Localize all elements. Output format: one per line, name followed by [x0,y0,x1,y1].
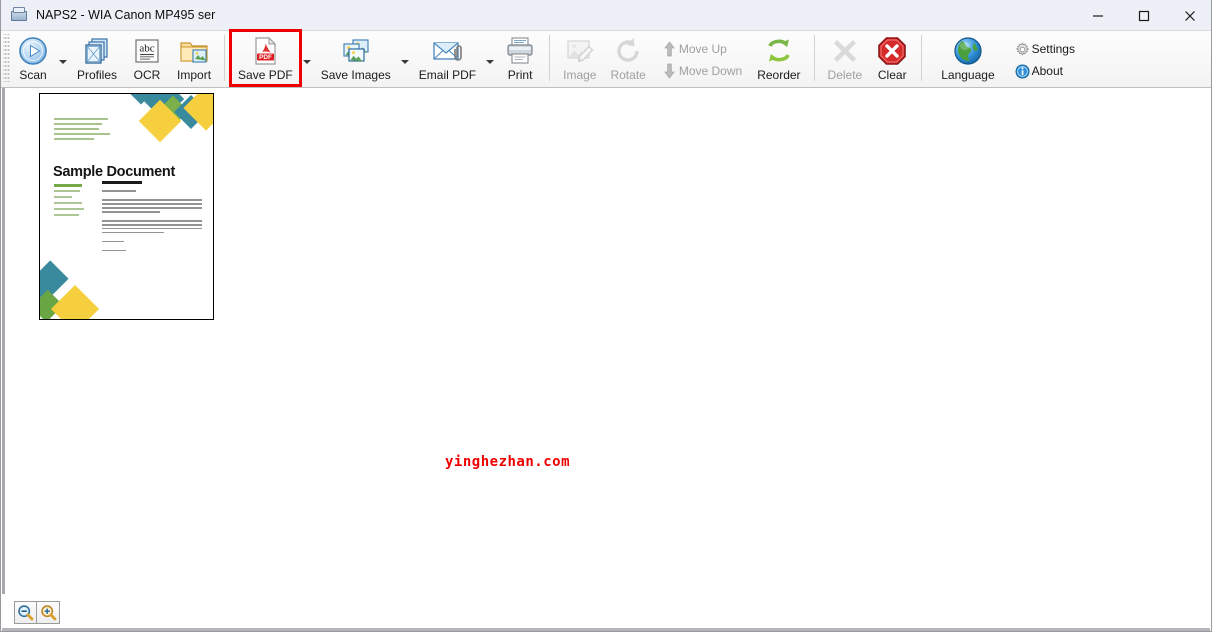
rotate-cw-icon [612,35,644,67]
window-title: NAPS2 - WIA Canon MP495 ser [36,8,216,22]
status-bar [2,594,1210,630]
close-icon[interactable] [1167,0,1211,31]
print-button[interactable]: Print [497,31,543,85]
arrow-up-icon [661,41,679,57]
svg-text:PDF: PDF [259,54,272,61]
move-up-button[interactable]: Move Up [653,38,750,60]
print-label: Print [507,68,533,82]
info-icon [1014,63,1032,79]
document-rule-green [54,184,82,187]
email-pdf-label: Email PDF [418,68,477,82]
save-pdf-dropdown-arrow[interactable] [300,31,314,85]
save-pdf-label: Save PDF [238,68,293,82]
toolbar-grip[interactable] [3,34,10,82]
image-button[interactable]: Image [556,31,603,85]
maximize-icon[interactable] [1121,0,1167,31]
toolbar-separator-2 [549,35,551,81]
magnifier-plus-icon [40,604,56,620]
image-label: Image [563,68,597,82]
language-button[interactable]: Language [934,31,1001,85]
zoom-controls [14,600,60,624]
clear-octagon-icon [876,35,908,67]
toolbar-separator-3 [813,35,815,81]
profiles-button[interactable]: Profiles [70,31,124,85]
about-label: About [1031,64,1063,78]
watermark-text: yinghezhan.com [445,454,571,470]
ocr-button[interactable]: abc OCR [124,31,170,85]
toolbar-separator [224,35,226,81]
move-down-label: Move Down [678,64,743,78]
profiles-label: Profiles [77,68,118,82]
minimize-icon[interactable] [1075,0,1121,31]
clear-label: Clear [877,68,907,82]
naps2-main-window: NAPS2 - WIA Canon MP495 ser Scan Profile… [0,0,1212,632]
decor-shape-yellow-bottom [50,284,100,319]
import-label: Import [177,68,212,82]
move-down-button[interactable]: Move Down [653,60,750,82]
import-folder-icon [178,35,210,67]
settings-button[interactable]: Settings [1006,38,1083,60]
rotate-label: Rotate [610,68,646,82]
document-recipient-block [54,190,84,220]
save-images-button[interactable]: Save Images [314,31,398,85]
thumbnail-item[interactable]: Sample Document [39,93,216,322]
scanner-icon [11,7,27,23]
delete-x-icon [829,35,861,67]
printer-icon [504,35,536,67]
rotate-button[interactable]: Rotate [603,31,652,85]
toolbar-separator-4 [921,35,923,81]
zoom-out-button[interactable] [14,600,37,624]
scan-button[interactable]: Scan [10,31,56,85]
save-images-label: Save Images [320,68,391,82]
language-label: Language [941,68,995,82]
window-controls [1075,0,1211,31]
about-button[interactable]: About [1006,60,1083,82]
save-images-dropdown-arrow[interactable] [398,31,412,85]
zoom-in-button[interactable] [37,600,60,624]
settings-label: Settings [1031,42,1075,56]
gear-icon [1014,41,1032,57]
delete-button[interactable]: Delete [821,31,870,85]
reorder-button[interactable]: Reorder [750,31,807,85]
scan-play-icon [17,35,49,67]
images-icon [340,35,372,67]
clear-button[interactable]: Clear [869,31,915,85]
move-up-label: Move Up [678,42,727,56]
main-toolbar: Scan Profiles abc OCR Import PDF Save PD… [1,29,1211,88]
reorder-arrows-icon [763,35,795,67]
import-button[interactable]: Import [170,31,218,85]
document-body-text [102,190,202,254]
arrow-down-icon [661,63,679,79]
email-pdf-button[interactable]: Email PDF [412,31,483,85]
page-thumbnail[interactable]: Sample Document [39,93,214,320]
email-envelope-icon [431,35,463,67]
svg-text:abc: abc [139,43,154,55]
title-bar: NAPS2 - WIA Canon MP495 ser [1,0,1211,31]
document-address-block [54,118,110,143]
globe-icon [952,35,984,67]
image-edit-icon [564,35,596,67]
thumbnail-list-panel[interactable]: Sample Document yinghezhan.com [2,88,1210,595]
magnifier-minus-icon [18,604,34,620]
status-bar-divider [2,628,1210,631]
document-preview: Sample Document [40,94,213,319]
save-pdf-button[interactable]: PDF Save PDF [229,29,302,87]
profiles-icon [81,35,113,67]
document-title: Sample Document [53,164,175,180]
settings-about-group: Settings About [1006,31,1083,85]
move-buttons-group: Move Up Move Down [653,31,750,85]
reorder-label: Reorder [757,68,801,82]
pdf-file-icon: PDF [249,35,281,67]
ocr-label: OCR [133,68,161,82]
scan-label: Scan [19,68,47,82]
document-rule-black [102,181,142,184]
scan-dropdown-arrow[interactable] [56,31,70,85]
email-pdf-dropdown-arrow[interactable] [483,31,497,85]
ocr-abc-icon: abc [131,35,163,67]
delete-label: Delete [827,68,863,82]
